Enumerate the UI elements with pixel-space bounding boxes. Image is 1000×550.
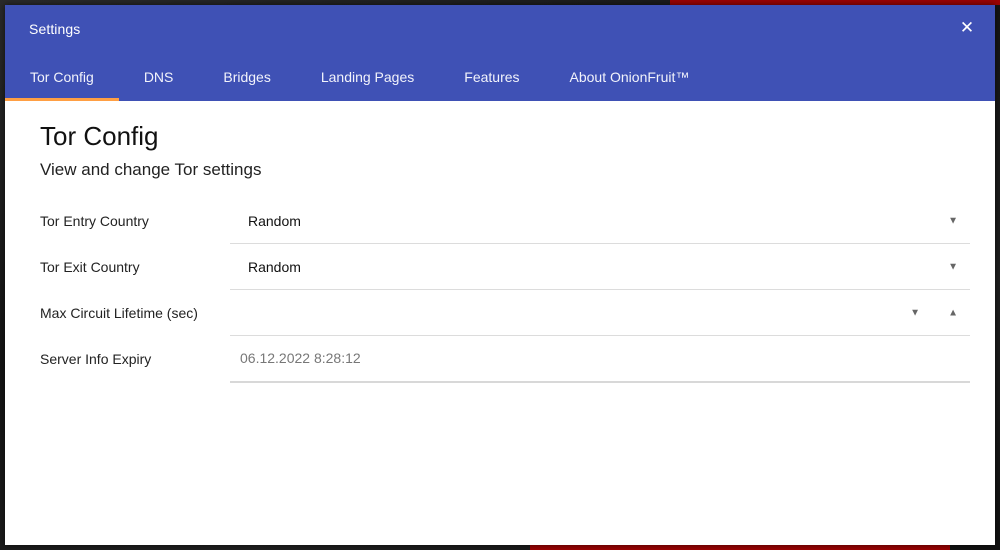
tab-dns[interactable]: DNS [119, 55, 199, 101]
server-info-expiry-field: 06.12.2022 8:28:12 [230, 336, 970, 383]
tab-about[interactable]: About OnionFruit™ [545, 55, 715, 101]
circuit-lifetime-label: Max Circuit Lifetime (sec) [40, 305, 198, 321]
exit-country-select[interactable]: Random ▼ [230, 244, 970, 290]
entry-country-value: Random [248, 212, 301, 229]
chevron-up-icon[interactable]: ▲ [948, 307, 958, 318]
settings-form: Tor Entry Country Random ▼ Tor Exit Coun… [40, 198, 970, 383]
tab-tor-config[interactable]: Tor Config [5, 55, 119, 101]
backdrop-streak [530, 545, 950, 550]
exit-country-label: Tor Exit Country [40, 259, 140, 275]
settings-window: Settings ✕ Tor Config DNS Bridges Landin… [5, 5, 995, 545]
form-row-entry-country: Tor Entry Country Random ▼ [40, 198, 970, 244]
tab-bridges[interactable]: Bridges [198, 55, 295, 101]
tab-content: Tor Config View and change Tor settings … [5, 101, 995, 383]
chevron-down-icon[interactable]: ▼ [948, 261, 958, 272]
form-row-exit-country: Tor Exit Country Random ▼ [40, 244, 970, 290]
tab-landing-pages[interactable]: Landing Pages [296, 55, 439, 101]
chevron-down-icon[interactable]: ▼ [910, 307, 920, 318]
entry-country-select[interactable]: Random ▼ [230, 198, 970, 244]
form-row-server-info-expiry: Server Info Expiry 06.12.2022 8:28:12 [40, 336, 970, 383]
server-info-expiry-label: Server Info Expiry [40, 351, 152, 367]
exit-country-value: Random [248, 258, 301, 275]
form-row-circuit-lifetime: Max Circuit Lifetime (sec) ▼ ▲ [40, 290, 970, 336]
close-icon[interactable]: ✕ [957, 18, 977, 38]
server-info-expiry-value: 06.12.2022 8:28:12 [240, 350, 361, 366]
entry-country-label: Tor Entry Country [40, 213, 149, 229]
page-subtitle: View and change Tor settings [40, 160, 262, 179]
window-header: Settings ✕ Tor Config DNS Bridges Landin… [5, 5, 995, 101]
chevron-down-icon[interactable]: ▼ [948, 215, 958, 226]
circuit-lifetime-input[interactable]: ▼ ▲ [230, 290, 970, 336]
page-title: Tor Config [40, 121, 159, 151]
window-title: Settings [29, 21, 81, 37]
tab-features[interactable]: Features [439, 55, 544, 101]
tab-bar: Tor Config DNS Bridges Landing Pages Fea… [5, 55, 714, 101]
